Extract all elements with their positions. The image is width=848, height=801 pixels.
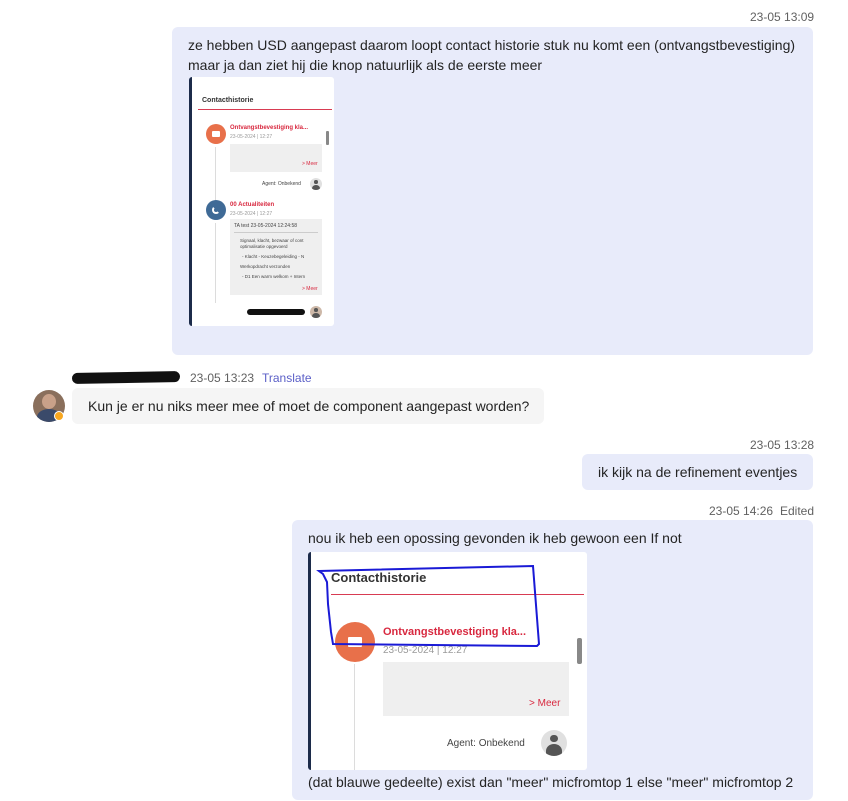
item-date: 23-05-2024 | 12:27 xyxy=(230,134,273,140)
screenshot-title-underline xyxy=(198,109,332,110)
item-preview-box xyxy=(230,144,322,172)
mail-icon xyxy=(206,124,226,144)
message-text: Kun je er nu niks meer mee of moet de co… xyxy=(88,398,530,414)
detail-line: - D1 Een warm welkom + Intern xyxy=(242,274,306,279)
own-message-bubble[interactable]: ze hebben USD aangepast daarom loopt con… xyxy=(172,27,813,355)
sender-name-redacted xyxy=(71,371,181,384)
presence-away-icon xyxy=(54,411,64,421)
own-message-bubble[interactable]: nou ik heb een opossing gevonden ik heb … xyxy=(292,520,813,800)
message-timestamp: 23-05 14:26 xyxy=(709,504,774,518)
more-link[interactable]: > Meer xyxy=(302,161,318,167)
more-link[interactable]: > Meer xyxy=(302,286,318,292)
user-avatar-icon xyxy=(310,306,322,318)
annotation-outline xyxy=(316,564,541,648)
message-text: ze hebben USD aangepast daarom loopt con… xyxy=(188,37,796,73)
message-caption: (dat blauwe gedeelte) exist dan "meer" m… xyxy=(308,774,794,790)
redaction-mark xyxy=(247,309,305,315)
detail-line: Signaal, klacht, bezwaar of cont optimal… xyxy=(240,238,304,249)
embedded-screenshot[interactable]: Contacthistorie Ontvangstbevestiging kla… xyxy=(308,552,587,770)
item-date: 23-05-2024 | 12:27 xyxy=(230,211,273,217)
embedded-screenshot[interactable]: Contacthistorie Ontvangstbevestiging kla… xyxy=(189,77,334,326)
edited-label: Edited xyxy=(780,504,815,518)
screenshot-title: Contacthistorie xyxy=(202,97,254,104)
message-timestamp: 23-05 13:23 xyxy=(190,371,255,385)
agent-label: Agent: Onbekend xyxy=(262,181,301,187)
item-title: 00 Actualiteiten xyxy=(230,202,275,208)
item-title: Ontvangstbevestiging kla... xyxy=(230,125,309,131)
message-text: nou ik heb een opossing gevonden ik heb … xyxy=(308,530,682,546)
detail-line: - Klacht - Keuzebegeleiding - N xyxy=(242,254,305,259)
other-message-bubble[interactable]: Kun je er nu niks meer mee of moet de co… xyxy=(72,388,544,424)
detail-header: TA test 23-05-2024 12:24:58 xyxy=(234,223,298,229)
own-message-bubble[interactable]: ik kijk na de refinement eventjes xyxy=(582,454,813,490)
item-detail-box: TA test 23-05-2024 12:24:58 Signaal, kla… xyxy=(230,219,322,295)
translate-link[interactable]: Translate xyxy=(262,371,312,385)
message-text: ik kijk na de refinement eventjes xyxy=(598,464,798,480)
detail-line: Werkopdracht verzonden xyxy=(240,264,291,269)
user-avatar-icon xyxy=(310,178,322,190)
message-timestamp: 23-05 13:28 xyxy=(750,438,815,452)
phone-icon xyxy=(206,200,226,220)
message-timestamp: 23-05 13:09 xyxy=(750,10,815,24)
